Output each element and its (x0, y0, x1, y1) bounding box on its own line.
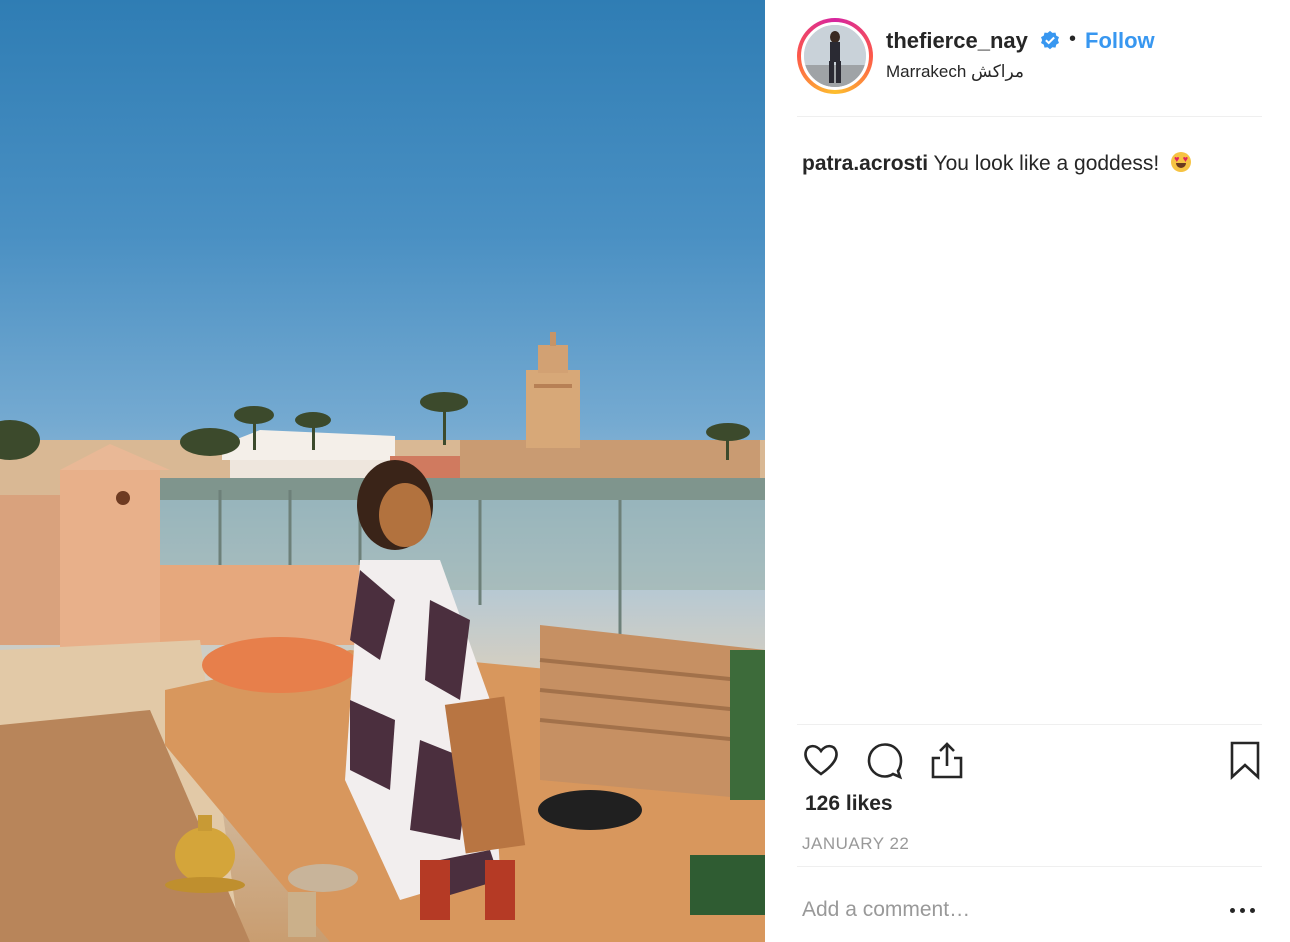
post-photo[interactable] (0, 0, 765, 942)
likes-count[interactable]: 126 likes (805, 792, 893, 816)
avatar-image (804, 25, 866, 87)
action-bar (801, 740, 1261, 784)
heart-icon[interactable] (801, 740, 841, 780)
more-options-icon[interactable] (1230, 900, 1260, 920)
follow-button[interactable]: Follow (1085, 28, 1155, 54)
comment-text: You look like a goddess! (933, 152, 1160, 175)
location-link[interactable]: Marrakech مراكش (886, 62, 1024, 82)
avatar[interactable] (801, 22, 869, 90)
divider (797, 866, 1262, 867)
divider (797, 724, 1262, 725)
heart-eyes-emoji-icon (1171, 152, 1192, 172)
post-date: JANUARY 22 (802, 834, 910, 853)
rooftop-scene-illustration (0, 332, 765, 942)
bookmark-icon[interactable] (1225, 740, 1265, 780)
post-header: thefierce_nay • Follow Marrakech مراكش (797, 18, 1262, 98)
separator-dot: • (1069, 28, 1077, 50)
username[interactable]: thefierce_nay (886, 28, 1028, 54)
comment-icon[interactable] (865, 740, 905, 780)
share-icon[interactable] (927, 740, 967, 780)
comment-input[interactable] (802, 893, 1192, 927)
comment-item: patra.acrosti You look like a goddess! (802, 152, 1192, 176)
comment-username[interactable]: patra.acrosti (802, 152, 928, 175)
divider (797, 116, 1262, 117)
post-sidebar: thefierce_nay • Follow Marrakech مراكش p… (765, 0, 1290, 942)
story-ring[interactable] (797, 18, 873, 94)
verified-badge-icon (1041, 30, 1059, 50)
